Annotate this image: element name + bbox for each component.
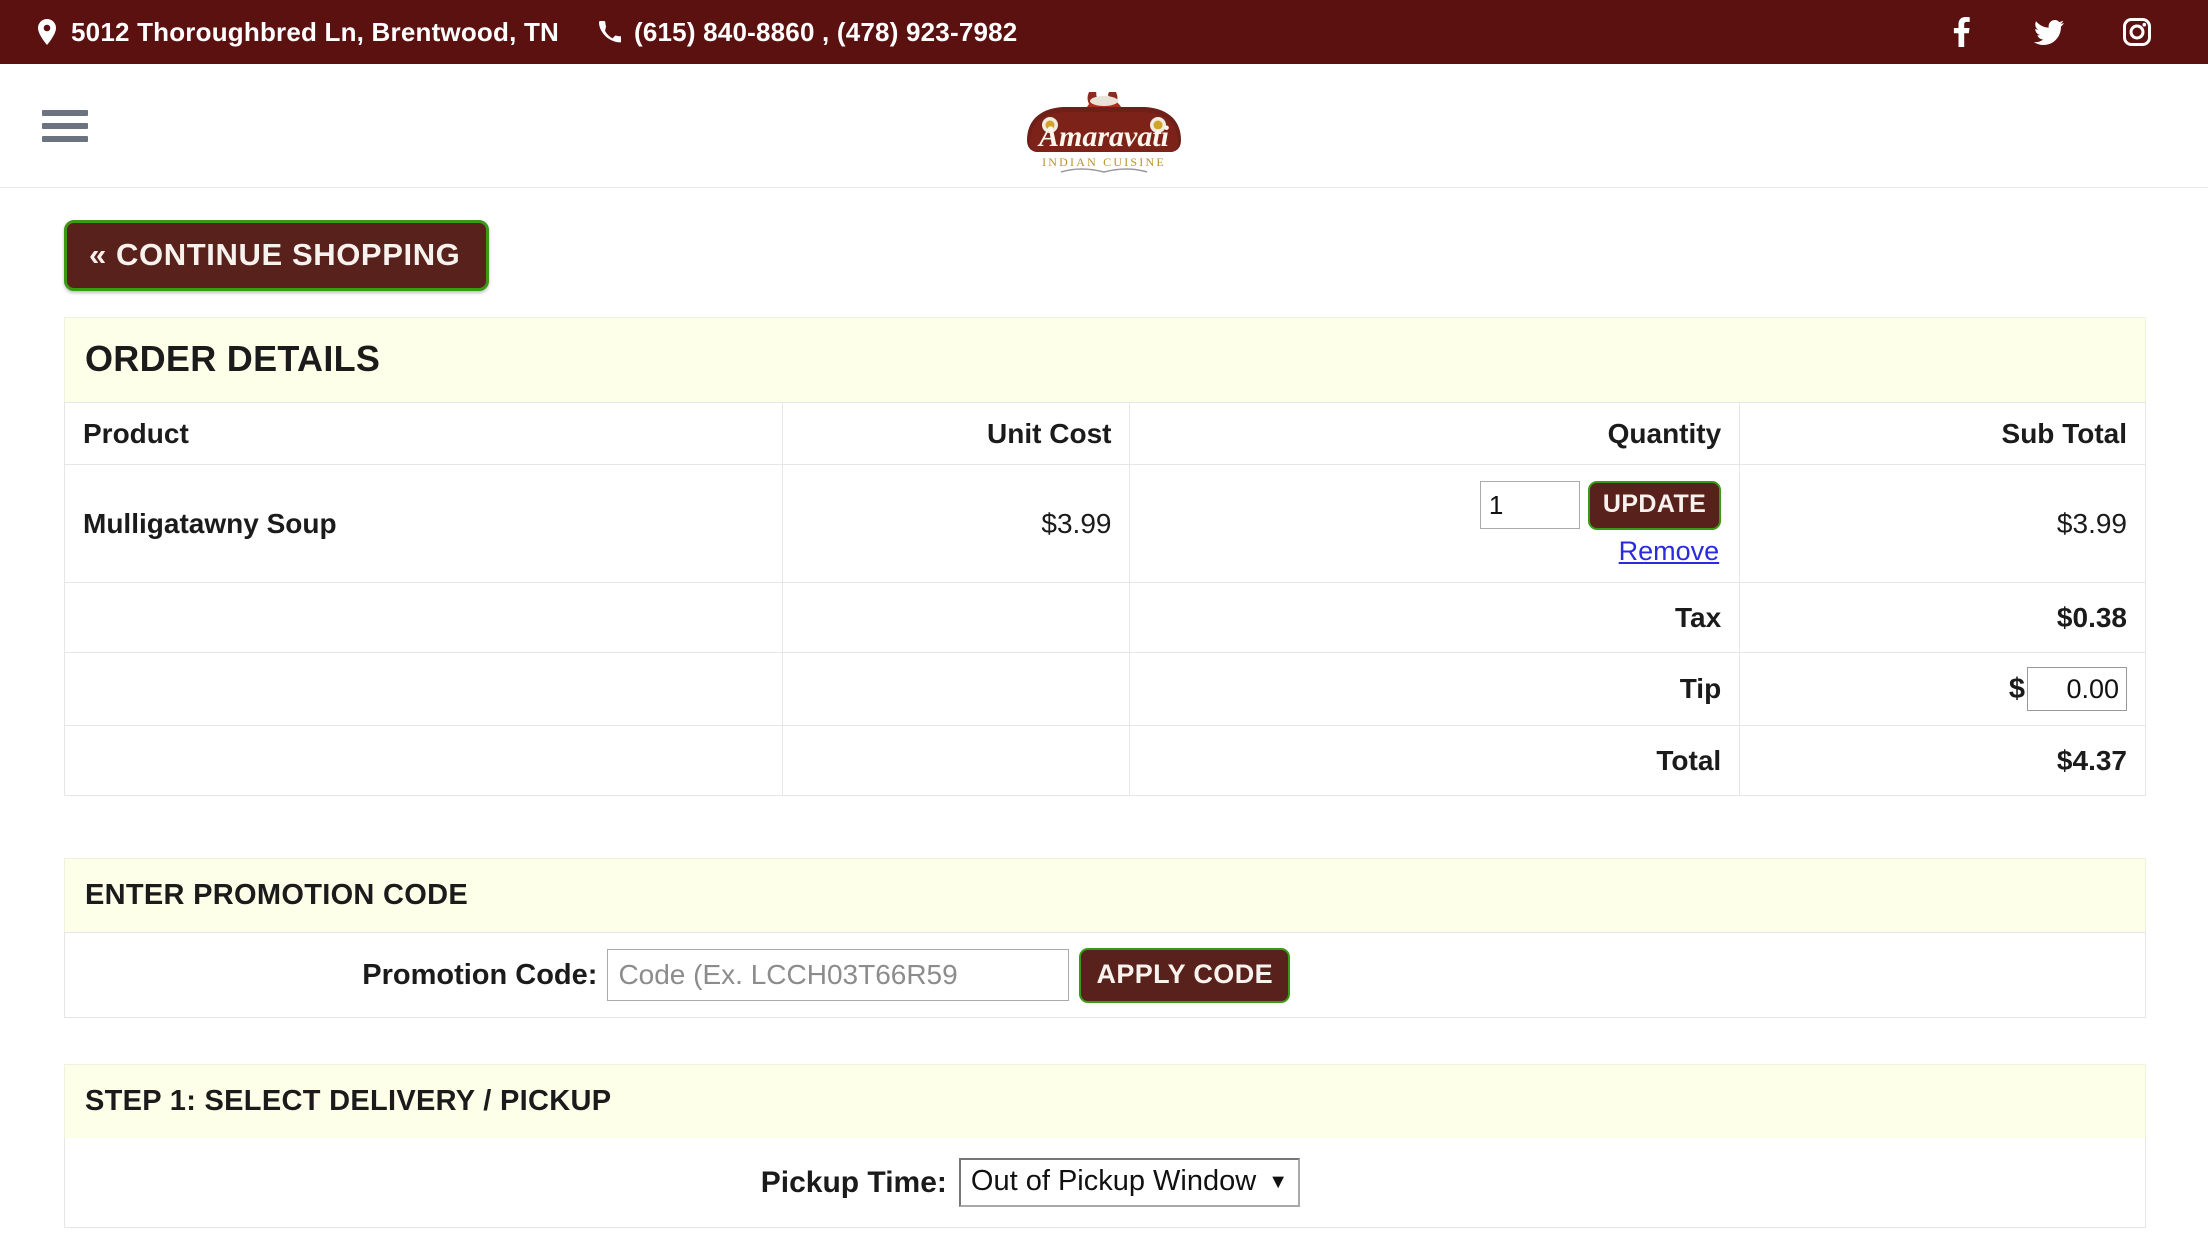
tax-label: Tax xyxy=(1129,582,1741,653)
promotion-code-title: ENTER PROMOTION CODE xyxy=(64,858,2146,932)
step1-body: Pickup Time: Out of Pickup Window ▼ xyxy=(64,1138,2146,1228)
hamburger-bar xyxy=(42,109,88,116)
tip-row: Tip $ xyxy=(64,652,2146,726)
remove-item-link[interactable]: Remove xyxy=(1148,536,1721,567)
contact-info-group: 5012 Thoroughbred Ln, Brentwood, TN (615… xyxy=(36,17,1946,48)
amaravati-logo-graphic: Amaravati INDIAN CUISINE xyxy=(1027,78,1181,173)
pickup-time-select[interactable]: Out of Pickup Window ▼ xyxy=(958,1158,1300,1207)
column-header-product: Product xyxy=(64,402,783,465)
svg-text:Amaravati: Amaravati xyxy=(1037,120,1170,153)
tip-value-cell: $ xyxy=(1739,652,2146,726)
item-sub-total: $3.99 xyxy=(1739,464,2146,583)
item-unit-cost: $3.99 xyxy=(781,464,1131,583)
promotion-code-input[interactable] xyxy=(607,949,1070,1001)
item-quantity-cell: UPDATE Remove xyxy=(1129,464,1741,583)
total-value: $4.37 xyxy=(1739,725,2146,796)
tip-spacer-product xyxy=(64,652,783,726)
promotion-code-label: Promotion Code: xyxy=(362,958,598,991)
promotion-code-form: Promotion Code: APPLY CODE xyxy=(65,947,1290,1003)
quantity-controls: UPDATE xyxy=(1148,480,1722,530)
promotion-code-panel: ENTER PROMOTION CODE Promotion Code: APP… xyxy=(64,858,2146,1018)
hamburger-bar xyxy=(42,122,88,129)
tip-input[interactable] xyxy=(2027,667,2127,711)
site-logo[interactable]: Amaravati INDIAN CUISINE xyxy=(1013,74,1195,178)
order-details-panel: ORDER DETAILS Product Unit Cost Quantity… xyxy=(64,317,2146,796)
pickup-time-label: Pickup Time: xyxy=(760,1165,947,1199)
twitter-icon[interactable] xyxy=(2034,17,2064,47)
apply-code-button[interactable]: APPLY CODE xyxy=(1079,947,1290,1003)
address-item: 5012 Thoroughbred Ln, Brentwood, TN xyxy=(36,17,559,48)
item-product-name: Mulligatawny Soup xyxy=(64,464,783,583)
facebook-icon[interactable] xyxy=(1946,17,1976,47)
cart-page: « CONTINUE SHOPPING ORDER DETAILS Produc… xyxy=(0,188,2208,1241)
social-links-group xyxy=(1946,17,2164,47)
tax-value: $0.38 xyxy=(1739,582,2146,653)
order-details-table: Product Unit Cost Quantity Sub Total Mul… xyxy=(64,402,2146,796)
column-header-quantity: Quantity xyxy=(1129,402,1741,465)
step1-title: STEP 1: SELECT DELIVERY / PICKUP xyxy=(64,1064,2146,1138)
pickup-time-value: Out of Pickup Window xyxy=(970,1165,1257,1197)
phone-text: (615) 840-8860 , (478) 923-7982 xyxy=(634,16,1018,47)
total-spacer-product xyxy=(64,725,783,796)
quantity-input[interactable] xyxy=(1479,481,1580,529)
total-label: Total xyxy=(1129,725,1741,796)
pickup-time-group: Pickup Time: Out of Pickup Window ▼ xyxy=(65,1158,1300,1207)
map-pin-icon xyxy=(36,18,58,46)
svg-text:INDIAN CUISINE: INDIAN CUISINE xyxy=(1042,155,1166,169)
tip-label: Tip xyxy=(1129,652,1741,726)
tax-row: Tax $0.38 xyxy=(64,582,2146,653)
column-header-unit-cost: Unit Cost xyxy=(781,402,1131,465)
column-header-sub-total: Sub Total xyxy=(1739,402,2146,465)
phone-item: (615) 840-8860 , (478) 923-7982 xyxy=(599,17,1017,48)
continue-shopping-button[interactable]: « CONTINUE SHOPPING xyxy=(64,220,490,291)
tip-input-group: $ xyxy=(1758,667,2127,711)
address-text: 5012 Thoroughbred Ln, Brentwood, TN xyxy=(71,16,559,47)
order-details-title: ORDER DETAILS xyxy=(64,317,2146,402)
total-spacer-unit xyxy=(781,725,1131,796)
hamburger-menu-icon[interactable] xyxy=(42,107,88,145)
step1-panel: STEP 1: SELECT DELIVERY / PICKUP Pickup … xyxy=(64,1064,2146,1228)
table-header-row: Product Unit Cost Quantity Sub Total xyxy=(64,402,2146,465)
promotion-code-body: Promotion Code: APPLY CODE xyxy=(64,932,2146,1018)
phone-icon xyxy=(599,18,621,46)
hamburger-bar xyxy=(42,135,88,142)
tip-currency-symbol: $ xyxy=(2008,672,2025,705)
tip-spacer-unit xyxy=(781,652,1131,726)
total-row: Total $4.37 xyxy=(64,725,2146,796)
chevron-down-icon: ▼ xyxy=(1268,1170,1288,1193)
tax-spacer-unit xyxy=(781,582,1131,653)
table-row: Mulligatawny Soup $3.99 UPDATE Remove $3… xyxy=(64,464,2146,583)
update-button[interactable]: UPDATE xyxy=(1587,480,1722,530)
top-contact-bar: 5012 Thoroughbred Ln, Brentwood, TN (615… xyxy=(0,0,2208,64)
tax-spacer-product xyxy=(64,582,783,653)
site-header: Amaravati INDIAN CUISINE xyxy=(0,64,2208,188)
instagram-icon[interactable] xyxy=(2122,17,2152,47)
